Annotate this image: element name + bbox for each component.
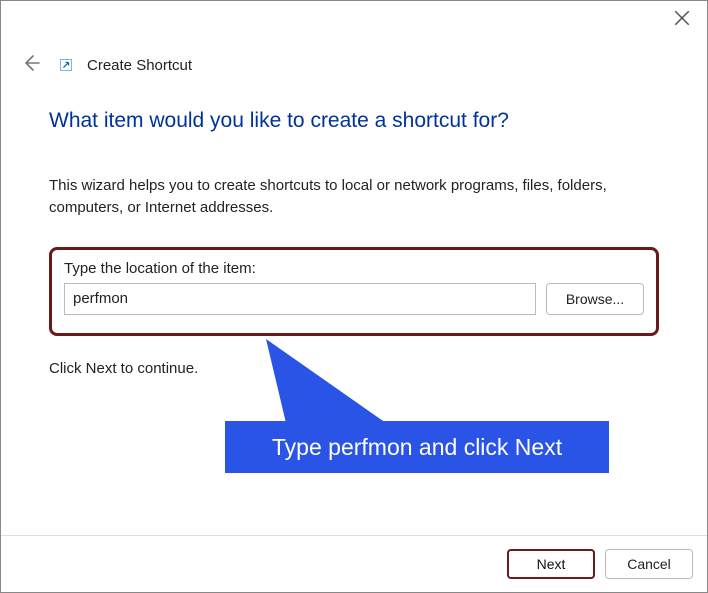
annotation-callout: Type perfmon and click Next: [225, 421, 609, 473]
titlebar: [1, 1, 707, 37]
location-row: Browse...: [64, 283, 644, 315]
close-icon[interactable]: [673, 9, 691, 27]
wizard-heading: What item would you like to create a sho…: [49, 109, 659, 133]
location-label: Type the location of the item:: [64, 260, 644, 277]
wizard-header: Create Shortcut: [17, 49, 691, 81]
next-button[interactable]: Next: [507, 549, 595, 579]
wizard-description: This wizard helps you to create shortcut…: [49, 175, 659, 219]
location-input[interactable]: [64, 283, 536, 315]
wizard-content: What item would you like to create a sho…: [49, 109, 659, 377]
location-highlight-box: Type the location of the item: Browse...: [49, 247, 659, 336]
wizard-title: Create Shortcut: [87, 57, 192, 74]
cancel-button[interactable]: Cancel: [605, 549, 693, 579]
browse-button[interactable]: Browse...: [546, 283, 644, 315]
back-arrow-icon[interactable]: [17, 49, 45, 81]
continue-hint: Click Next to continue.: [49, 360, 659, 377]
wizard-footer: Next Cancel: [1, 536, 707, 592]
annotation-text: Type perfmon and click Next: [272, 434, 562, 461]
shortcut-icon: [59, 58, 73, 72]
